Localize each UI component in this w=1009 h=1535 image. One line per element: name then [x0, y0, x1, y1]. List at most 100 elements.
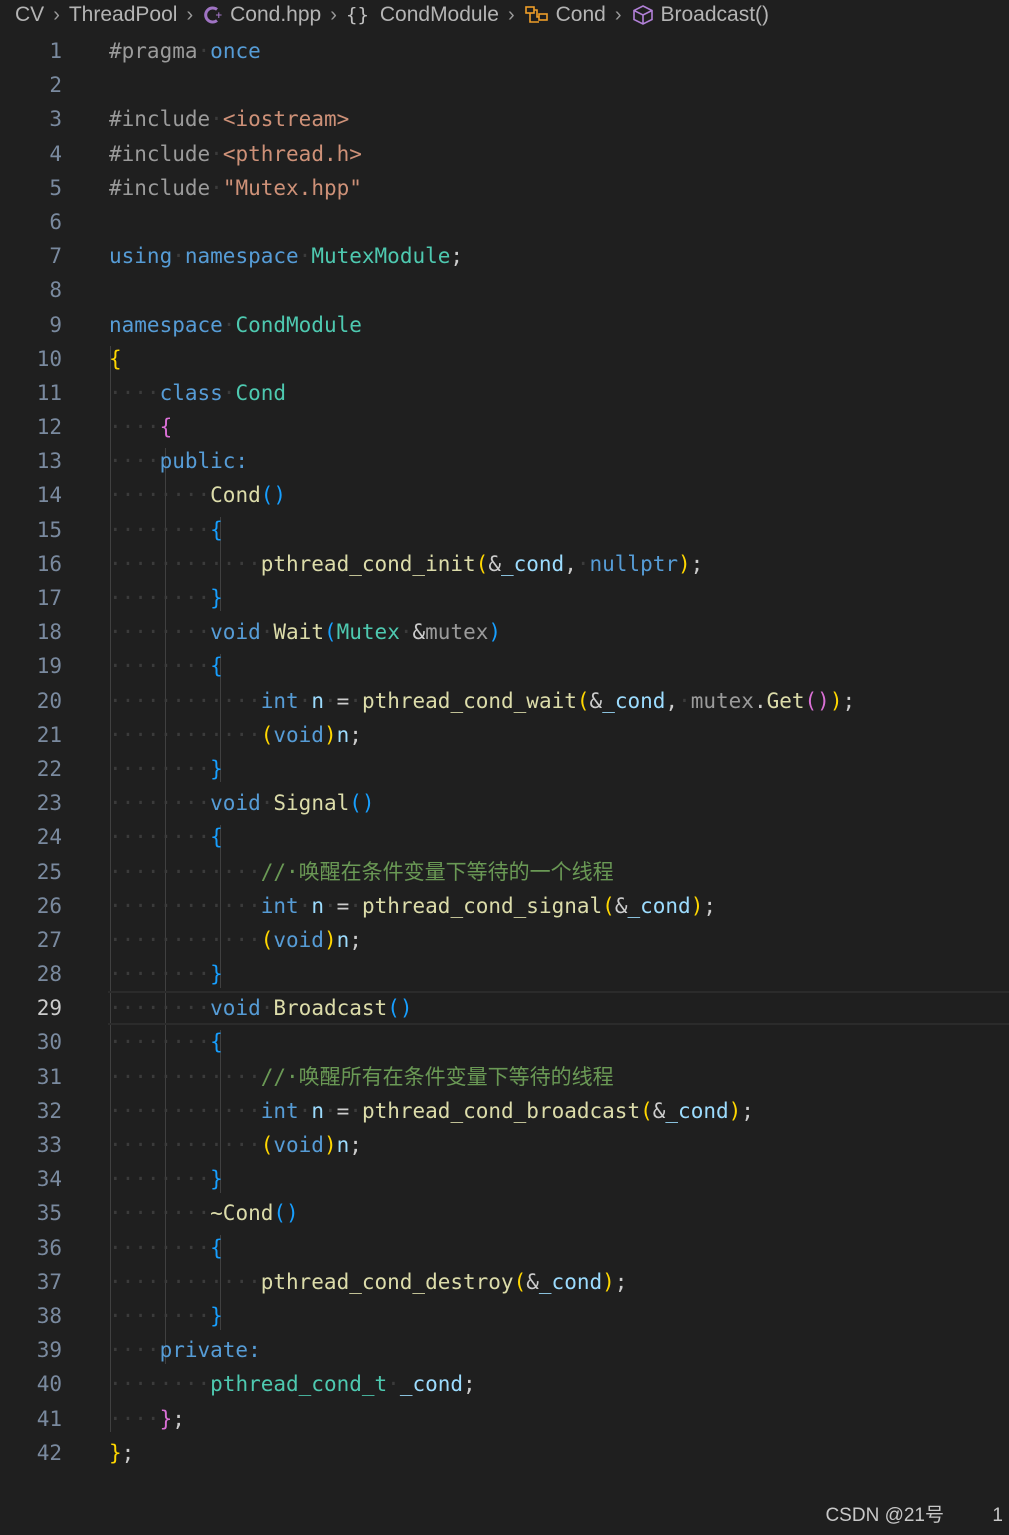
code-line[interactable]: 12 ····{ [0, 410, 1009, 444]
code-text: ············//·唤醒在条件变量下等待的一个线程 [109, 855, 614, 889]
code-line[interactable]: 5 #include·"Mutex.hpp" [0, 171, 1009, 205]
code-line[interactable]: 15 ········{ [0, 513, 1009, 547]
code-line[interactable]: 18 ········void·Wait(Mutex·&mutex) [0, 615, 1009, 649]
code-token: () [260, 483, 287, 508]
code-line[interactable]: 37 ············pthread_cond_destroy(&_con… [0, 1265, 1009, 1299]
code-token: · [260, 791, 274, 816]
code-line[interactable]: 13 ····public: [0, 444, 1009, 478]
code-line[interactable]: 21 ············(void)n; [0, 718, 1009, 752]
code-token: ············ [109, 688, 261, 713]
code-token: ········ [109, 586, 211, 610]
code-line[interactable]: 3 #include·<iostream> [0, 102, 1009, 136]
code-line[interactable]: 19 ········{ [0, 649, 1009, 683]
breadcrumb-label: Cond.hpp [230, 3, 322, 26]
breadcrumb-item[interactable]: ThreadPool [69, 3, 178, 27]
code-token: #include [109, 175, 211, 200]
code-line[interactable]: 41 ····}; [0, 1402, 1009, 1436]
code-token: , [665, 688, 679, 713]
line-number: 39 [36, 1338, 62, 1363]
code-token: () [349, 791, 375, 816]
code-token: pthread_cond_t [210, 1372, 388, 1397]
code-token: #include [109, 141, 211, 166]
code-token: ············ [109, 893, 261, 918]
code-line[interactable]: 4 #include·<pthread.h> [0, 137, 1009, 171]
code-line[interactable]: 31 ············//·唤醒所有在条件变量下等待的线程 [0, 1060, 1009, 1094]
code-token: using [109, 244, 173, 269]
code-token: } [210, 1303, 223, 1328]
code-token: · [323, 688, 337, 713]
code-token: ············ [109, 1064, 261, 1089]
code-editor[interactable]: 1 #pragma·once 2 3 #include·<iostream> 4 #incl… [0, 34, 1009, 1470]
code-line[interactable]: 23 ········void·Signal() [0, 786, 1009, 820]
code-line[interactable]: 26 ············int·n·=·pthread_cond_signa… [0, 889, 1009, 923]
breadcrumb-item[interactable]: Cond [524, 3, 606, 27]
line-number: 30 [36, 1030, 62, 1055]
code-line[interactable]: 10 { [0, 342, 1009, 376]
code-line[interactable]: 9 namespace·CondModule [0, 308, 1009, 342]
code-line[interactable]: 29 ········void·Broadcast() [0, 991, 1009, 1026]
code-token: ) [323, 722, 337, 747]
line-number: 26 [36, 893, 62, 918]
code-line[interactable]: 20 ············int·n·=·pthread_cond_wait(… [0, 684, 1009, 718]
line-number: 37 [36, 1269, 62, 1294]
line-number: 7 [49, 244, 62, 269]
code-token: ( [576, 688, 590, 713]
code-text: ········{ [109, 649, 223, 683]
code-line[interactable]: 22 ········} [0, 752, 1009, 786]
code-line[interactable]: 7 using·namespace·MutexModule; [0, 239, 1009, 273]
code-token: ; [349, 927, 362, 952]
code-token: · [678, 688, 691, 713]
code-line[interactable]: 11 ····class·Cond [0, 376, 1009, 410]
code-text: #include·"Mutex.hpp" [109, 171, 362, 205]
class-icon [524, 4, 550, 26]
code-line[interactable]: 6 [0, 205, 1009, 239]
line-number: 34 [36, 1167, 62, 1192]
code-token: () [387, 996, 413, 1021]
code-token: void [210, 620, 261, 645]
code-text: ············(void)n; [109, 1128, 362, 1162]
code-line[interactable]: 32 ············int·n·=·pthread_cond_broad… [0, 1094, 1009, 1128]
code-line[interactable]: 16 ············pthread_cond_init(&_cond,·… [0, 547, 1009, 581]
code-text: ····}; [109, 1402, 185, 1436]
cpp-file-icon: + [202, 4, 224, 26]
svg-text:{}: {} [346, 4, 369, 26]
code-token: pthread_cond_signal [361, 893, 603, 918]
breadcrumb-item[interactable]: {} CondModule [346, 3, 499, 27]
breadcrumb-item[interactable]: + Cond.hpp [202, 3, 321, 27]
code-line[interactable]: 14 ········Cond() [0, 478, 1009, 512]
chevron-right-icon: › [330, 3, 337, 26]
line-number: 12 [36, 415, 62, 440]
namespace-braces-icon: {} [346, 4, 374, 26]
code-token: () [804, 688, 830, 713]
code-line[interactable]: 38 ········} [0, 1299, 1009, 1333]
code-line[interactable]: 17 ········} [0, 581, 1009, 615]
chevron-right-icon: › [53, 3, 60, 26]
code-line[interactable]: 40 ········pthread_cond_t·_cond; [0, 1367, 1009, 1401]
line-number: 23 [36, 791, 62, 816]
code-token: private: [159, 1338, 261, 1363]
code-line[interactable]: 39 ····private: [0, 1333, 1009, 1367]
code-line[interactable]: 2 [0, 68, 1009, 102]
code-token: & [589, 688, 603, 713]
code-token: Cond [235, 380, 287, 405]
code-line[interactable]: 1 #pragma·once [0, 34, 1009, 68]
breadcrumb: CV › ThreadPool › + Cond.hpp › {} CondModule › Con… [0, 0, 1009, 30]
breadcrumb-item[interactable]: CV [15, 3, 44, 27]
code-line[interactable]: 27 ············(void)n; [0, 923, 1009, 957]
code-line[interactable]: 36 ········{ [0, 1231, 1009, 1265]
line-number: 16 [36, 551, 62, 576]
code-line[interactable]: 30 ········{ [0, 1025, 1009, 1059]
code-line[interactable]: 25 ············//·唤醒在条件变量下等待的一个线程 [0, 855, 1009, 889]
code-token: · [298, 893, 312, 918]
code-line[interactable]: 33 ············(void)n; [0, 1128, 1009, 1162]
code-line[interactable]: 34 ········} [0, 1162, 1009, 1196]
code-token: ; [842, 688, 856, 713]
breadcrumb-item[interactable]: Broadcast() [631, 3, 769, 27]
code-line[interactable]: 28 ········} [0, 957, 1009, 991]
code-line[interactable]: 24 ········{ [0, 820, 1009, 854]
code-line[interactable]: 8 [0, 273, 1009, 307]
code-token: ········ [109, 620, 211, 645]
line-number: 3 [49, 107, 62, 132]
code-line[interactable]: 35 ········~Cond() [0, 1196, 1009, 1230]
code-line[interactable]: 42}; [0, 1436, 1009, 1470]
